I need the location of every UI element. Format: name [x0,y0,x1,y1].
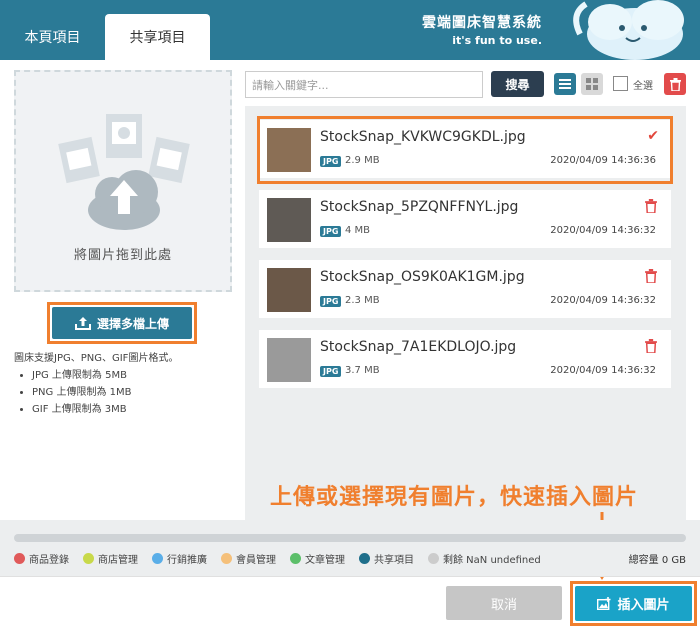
grid-view-button[interactable] [581,73,603,95]
file-name: StockSnap_OS9K0AK1GM.jpg [320,269,525,285]
search-placeholder: 請輸入關鍵字... [252,78,329,92]
trash-icon [669,77,681,91]
file-name: StockSnap_5PZQNFFNYL.jpg [320,199,519,215]
storage-usage-bar [14,534,686,542]
upload-cloud-icon [58,114,190,230]
file-type-badge: JPG [320,296,342,307]
upload-tray-icon [74,317,91,330]
list-view-button[interactable] [554,73,576,95]
selected-item-highlight-frame [257,116,673,184]
image-thumbnail [267,198,311,242]
multi-upload-label: 選擇多檔上傳 [96,316,169,331]
file-timestamp: 2020/04/09 14:36:32 [550,295,656,306]
image-drop-zone[interactable]: 將圖片拖到此處 [14,70,232,292]
select-all-checkbox[interactable] [613,76,628,91]
cancel-button[interactable]: 取消 [446,586,562,620]
footer-divider [0,576,700,577]
image-thumbnail [267,338,311,382]
list-item[interactable]: StockSnap_OS9K0AK1GM.jpg JPG 2.3 MB 2020… [259,260,671,318]
file-type-badge: JPG [320,226,342,237]
legend-item: 行銷推廣 [152,551,207,566]
file-size: 4 MB [345,225,371,236]
brand-slogan: it's fun to use. [452,34,542,47]
file-type-badge: JPG [320,366,342,377]
list-icon [559,79,571,89]
legend-item: 文章管理 [290,551,345,566]
limit-gif: GIF 上傳限制為 3MB [32,401,239,418]
image-insert-icon [597,597,611,610]
search-input[interactable]: 請輸入關鍵字... [245,71,483,98]
cloud-mascot-icon [573,0,684,60]
multi-upload-button[interactable]: 選擇多檔上傳 [52,307,192,339]
file-size: 2.3 MB [345,295,380,306]
tab-shared-items[interactable]: 共享項目 [105,14,210,60]
legend-item: 剩餘 NaN undefined [428,551,541,566]
list-item[interactable]: StockSnap_5PZQNFFNYL.jpg JPG 4 MB 2020/0… [259,190,671,248]
drop-zone-label: 將圖片拖到此處 [73,248,172,263]
upload-format-notes: 圖床支援JPG、PNG、GIF圖片格式。 JPG 上傳限制為 5MB PNG 上… [14,350,239,418]
image-thumbnail [267,268,311,312]
delete-selected-button[interactable] [664,73,686,95]
file-name: StockSnap_7A1EKDLOJO.jpg [320,339,517,355]
trash-icon[interactable] [645,339,657,353]
limit-jpg: JPG 上傳限制為 5MB [32,367,239,384]
storage-footer: 商品登錄 商店管理 行銷推廣 會員管理 文章管理 共享項目 剩餘 NaN und… [0,520,700,576]
header-bar: 本頁項目 共享項目 雲端圖床智慧系統 it's fun to use. [0,0,700,60]
limit-png: PNG 上傳限制為 1MB [32,384,239,401]
tutorial-annotation: 上傳或選擇現有圖片，快速插入圖片 [270,485,639,510]
file-timestamp: 2020/04/09 14:36:32 [550,365,656,376]
file-timestamp: 2020/04/09 14:36:32 [550,225,656,236]
brand-title: 雲端圖床智慧系統 [422,15,542,31]
search-button[interactable]: 搜尋 [491,71,544,97]
trash-icon[interactable] [645,199,657,213]
storage-legend: 商品登錄 商店管理 行銷推廣 會員管理 文章管理 共享項目 剩餘 NaN und… [14,551,541,566]
legend-item: 商品登錄 [14,551,69,566]
image-manager-dialog: 本頁項目 共享項目 雲端圖床智慧系統 it's fun to use. 將圖片拖… [0,0,700,631]
insert-image-label: 插入圖片 [617,598,670,613]
select-all-label: 全選 [633,81,653,92]
legend-item: 共享項目 [359,551,414,566]
total-capacity: 總容量 0 GB [628,555,686,566]
file-size: 3.7 MB [345,365,380,376]
tab-local-items[interactable]: 本頁項目 [0,14,105,60]
list-item[interactable]: StockSnap_7A1EKDLOJO.jpg JPG 3.7 MB 2020… [259,330,671,388]
legend-item: 會員管理 [221,551,276,566]
trash-icon[interactable] [645,269,657,283]
grid-icon [586,78,598,90]
notes-title: 圖床支援JPG、PNG、GIF圖片格式。 [14,353,179,364]
insert-image-button[interactable]: 插入圖片 [575,586,692,621]
legend-item: 商店管理 [83,551,138,566]
